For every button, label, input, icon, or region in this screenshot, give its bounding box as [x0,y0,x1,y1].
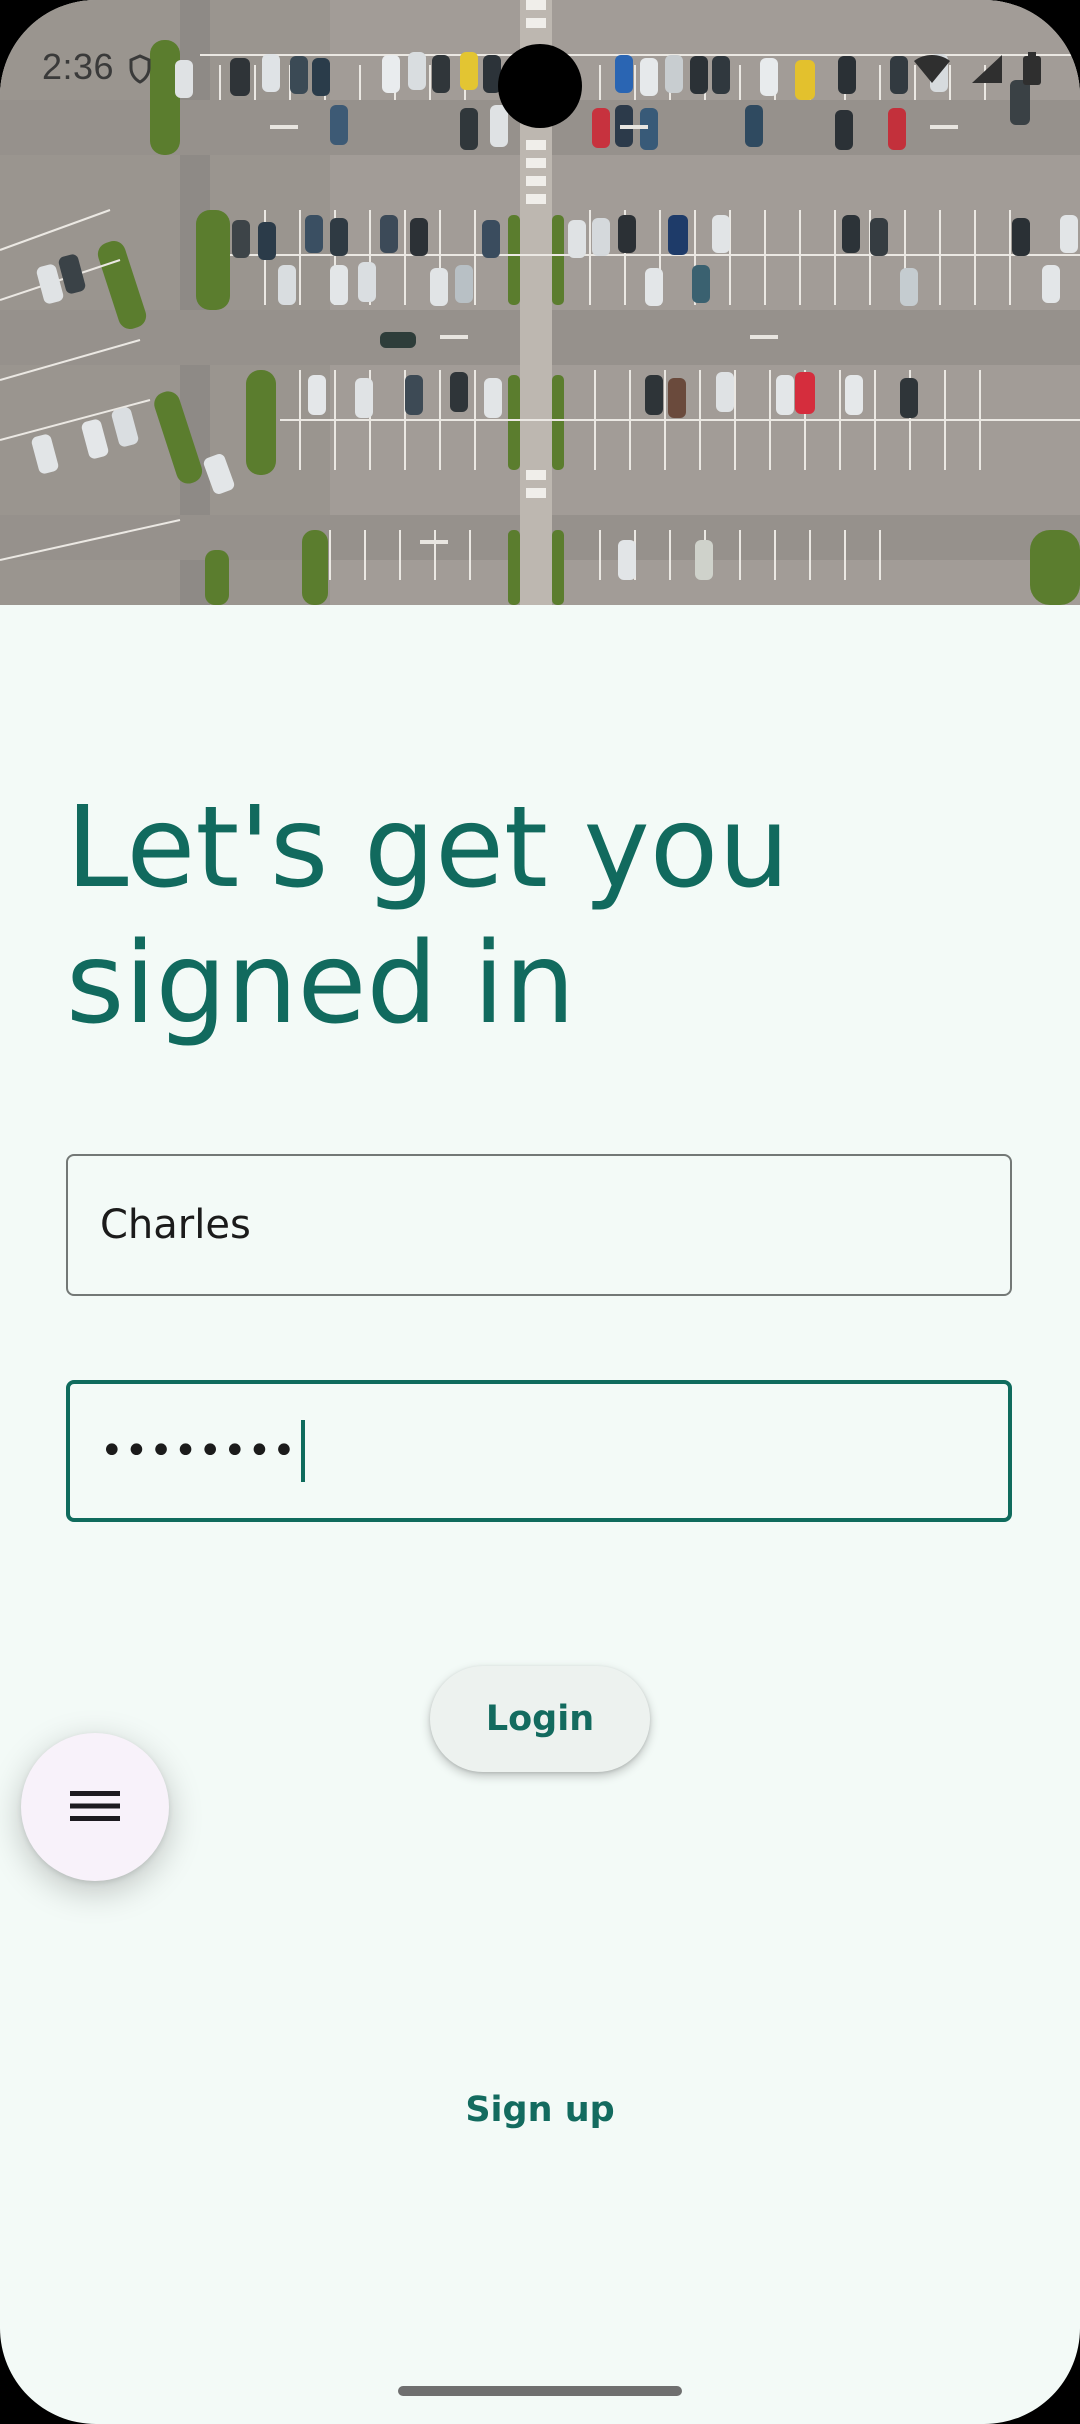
username-field[interactable]: Charles [66,1154,1012,1296]
page-title: Let's get you signed in [66,783,790,1049]
menu-icon [70,1788,120,1827]
signal-icon [970,53,1004,90]
username-value: Charles [100,1202,251,1248]
password-value: •••••••• [100,1428,297,1474]
wifi-icon [912,53,952,90]
battery-icon [1022,52,1042,91]
status-icons [912,52,1042,91]
signup-link[interactable]: Sign up [440,2080,640,2140]
home-indicator[interactable] [398,2386,682,2396]
app-screen: 2:36 Let's get you signed in Charles •••… [0,0,1080,2424]
password-field[interactable]: •••••••• [66,1380,1012,1522]
login-button[interactable]: Login [430,1666,650,1772]
menu-button[interactable] [21,1733,169,1881]
camera-cutout [498,44,582,128]
status-time: 2:36 [42,46,115,87]
shield-icon [128,54,152,89]
text-cursor [300,1420,305,1482]
